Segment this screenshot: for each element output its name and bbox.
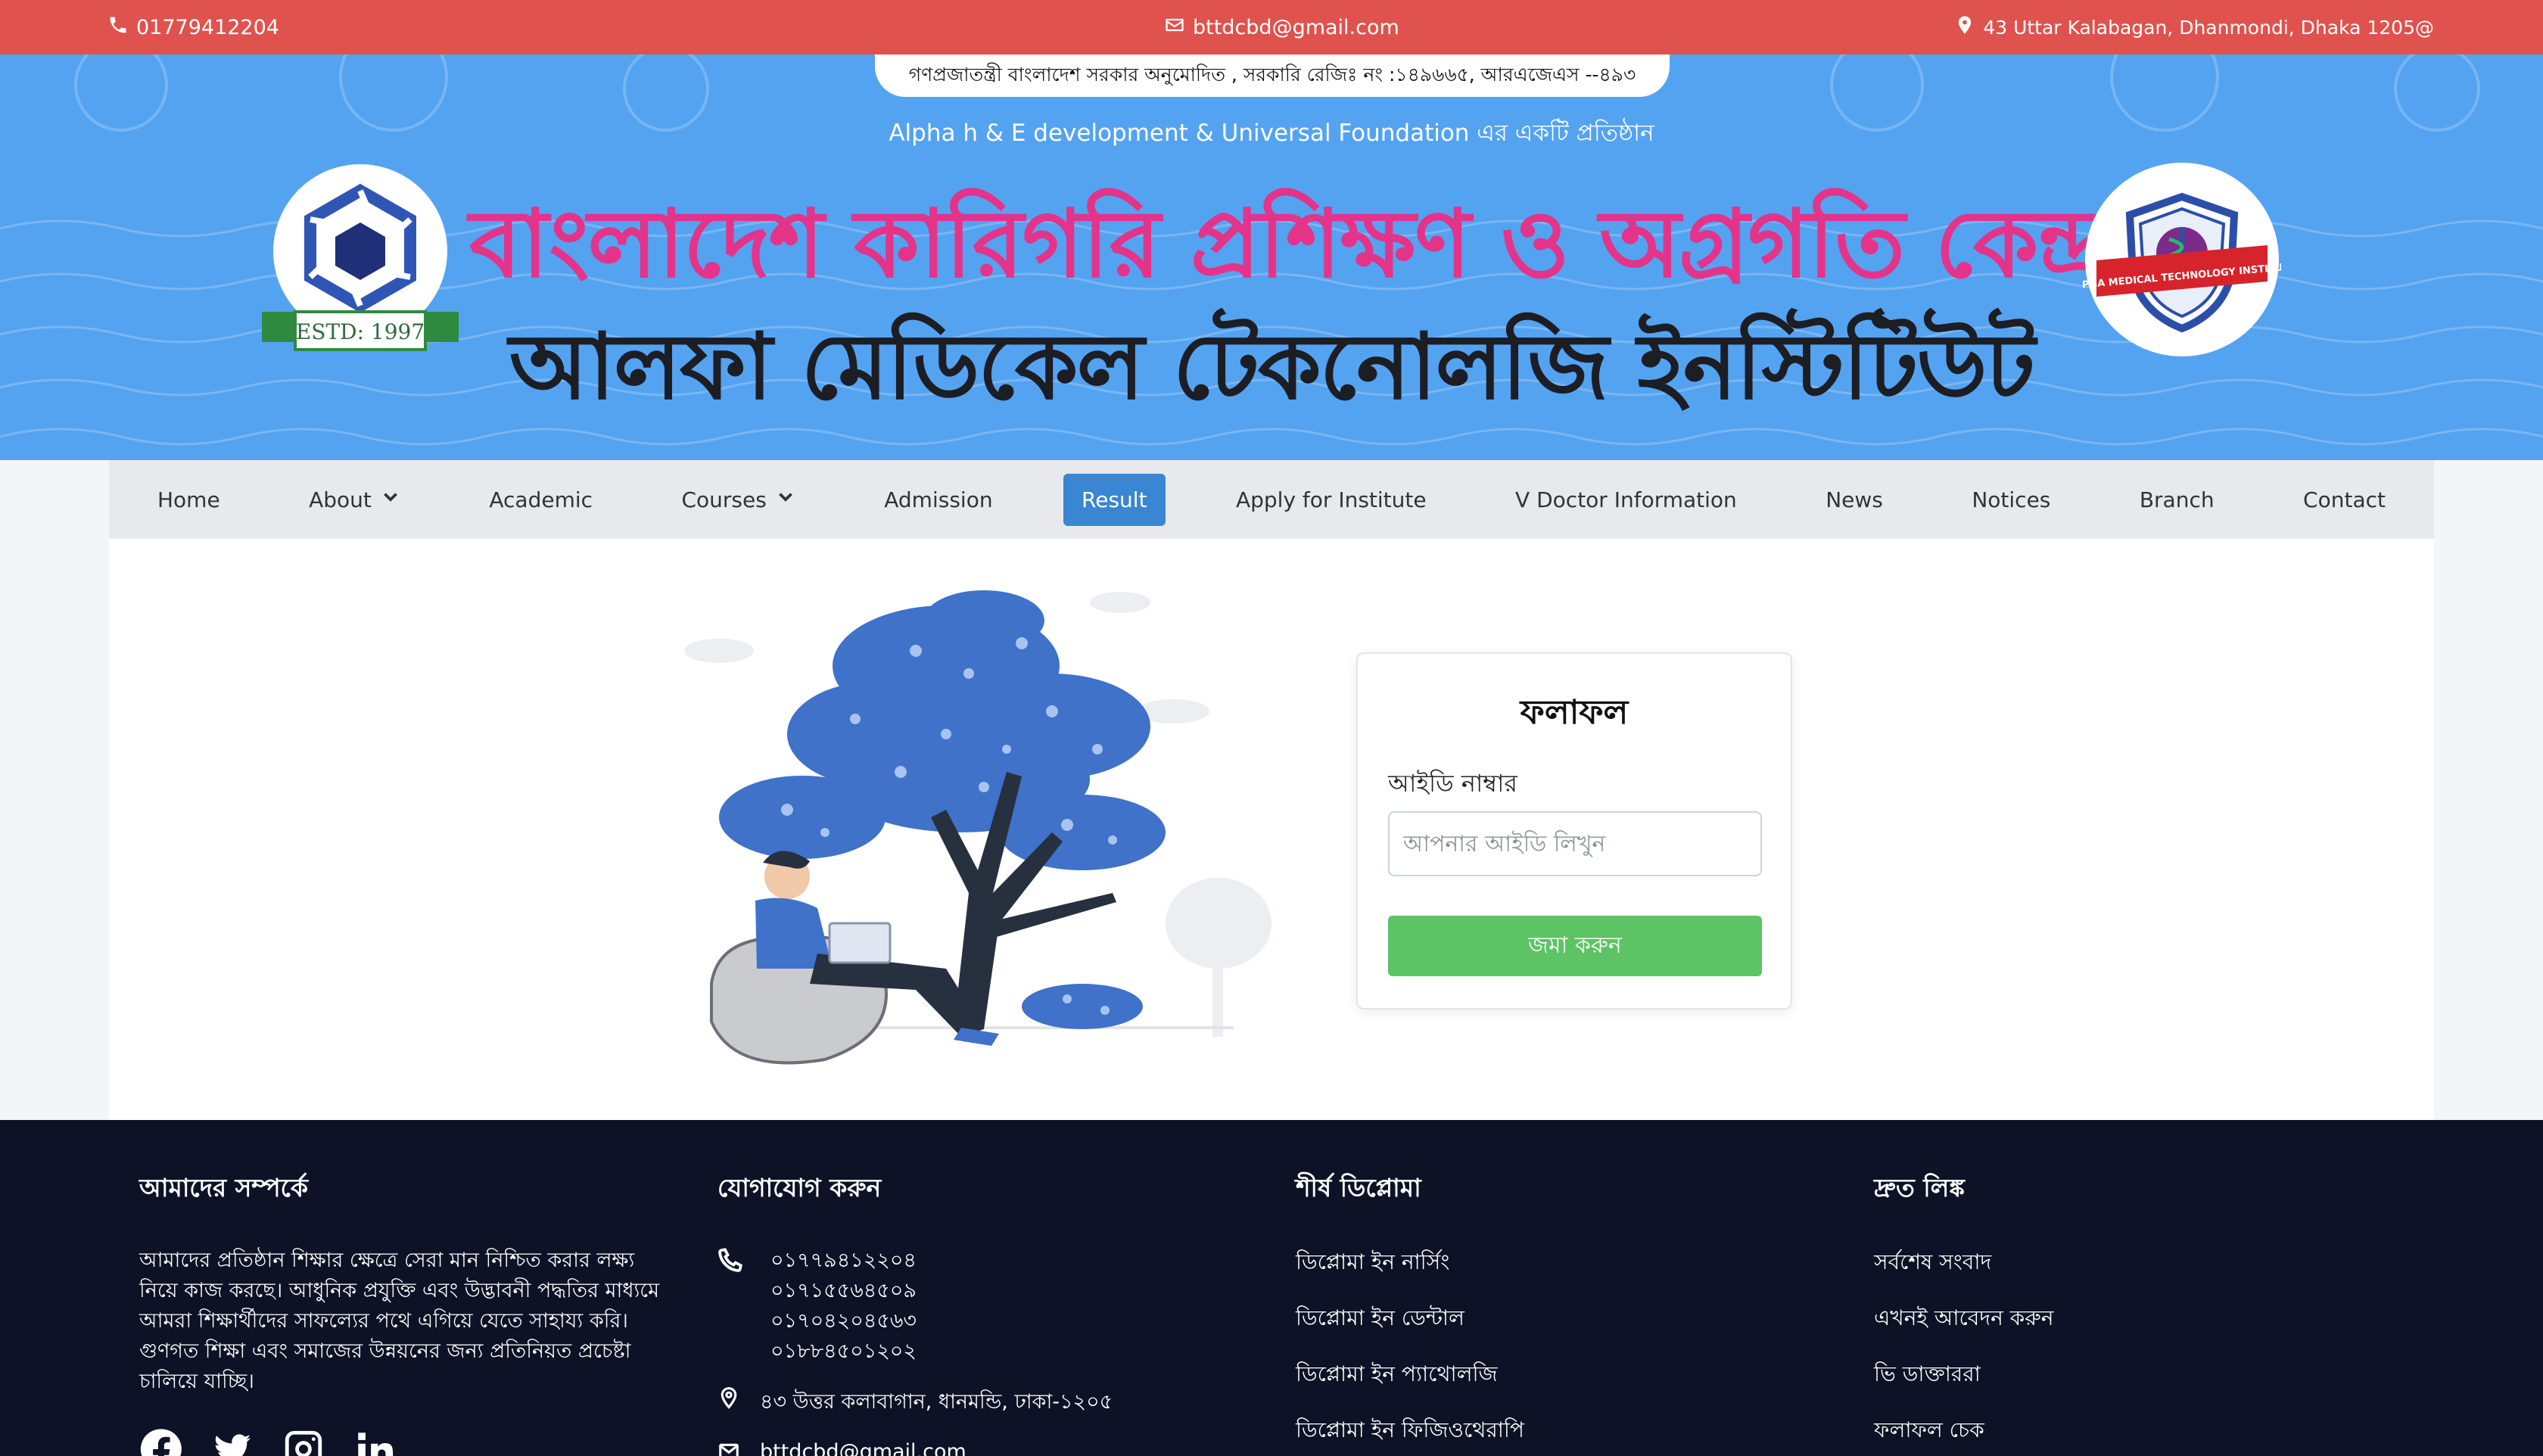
envelope-icon (1164, 14, 1185, 41)
footer-diploma-link[interactable]: ডিপ্লোমা ইন প্যাথোলজি (1296, 1358, 1750, 1393)
footer-about-section: আমাদের সম্পর্কে আমাদের প্রতিষ্ঠান শিক্ষা… (139, 1168, 669, 1397)
institute-logo-left[interactable]: ESTD: 1997 (262, 160, 459, 357)
nav-branch-label: Branch (2139, 487, 2215, 512)
nav-home-label: Home (157, 487, 220, 512)
footer-diploma-heading: শীর্ষ ডিপ্লোমা (1296, 1173, 1421, 1202)
footer-email-text[interactable]: bttdcbd@gmail.com (760, 1440, 966, 1456)
footer-diploma-list: ডিপ্লোমা ইন নার্সিং ডিপ্লোমা ইন ডেন্টাল … (1296, 1246, 1750, 1449)
top-contact-bar: 01779412204 bttdcbd@gmail.com 43 Uttar K… (0, 0, 2543, 54)
footer-address-text: ৪৩ উত্তর কলাবাগান, ধানমন্ডি, ঢাকা-১২০৫ (760, 1390, 1113, 1414)
nav-branch[interactable]: Branch (2121, 474, 2233, 526)
nav-notices-label: Notices (1972, 487, 2051, 512)
footer-phone-row: ০১৭৭৯৪১২২০৪ ০১৭১৫৫৬৪৫০৯ ০১৭০৪২০৪৫৬৩ ০১৮৮… (717, 1246, 1187, 1367)
footer-quick-link[interactable]: ফলাফল চেক (1874, 1414, 2328, 1449)
nav-v-doctor-information[interactable]: V Doctor Information (1497, 474, 1755, 526)
footer-diploma-section: শীর্ষ ডিপ্লোমা ডিপ্লোমা ইন নার্সিং ডিপ্ল… (1296, 1168, 1750, 1456)
footer-quick-link[interactable]: ভি ডাক্তাররা (1874, 1358, 2328, 1393)
footer-about-heading: আমাদের সম্পর্কে (139, 1173, 309, 1202)
phone-icon (717, 1246, 745, 1367)
footer-address-row: ৪৩ উত্তর কলাবাগান, ধানমন্ডি, ঢাকা-১২০৫ (717, 1386, 1187, 1420)
footer-phone-4[interactable]: ০১৮৮৪৫০১২০২ (770, 1336, 917, 1367)
result-section: ফলাফল আইডি নাম্বার জমা করুন (109, 539, 2434, 1120)
topbar-address-text: 43 Uttar Kalabagan, Dhanmondi, Dhaka 120… (1983, 16, 2434, 39)
estd-label: ESTD: 1997 (296, 319, 425, 344)
id-number-input[interactable] (1388, 811, 1762, 876)
facebook-icon[interactable] (139, 1427, 183, 1456)
footer-contact-section: যোগাযোগ করুন ০১৭৭৯৪১২২০৪ ০১৭১৫৫৬৪৫০৯ ০১৭… (717, 1168, 1187, 1456)
footer-social-links (139, 1427, 397, 1456)
linkedin-icon[interactable] (353, 1427, 397, 1456)
nav-apply-for-institute[interactable]: Apply for Institute (1218, 474, 1445, 526)
nav-apply-label: Apply for Institute (1235, 487, 1427, 512)
nav-about-label: About (309, 487, 372, 512)
footer-quick-links-heading: দ্রুত লিঙ্ক (1874, 1173, 1965, 1202)
nav-about[interactable]: About (291, 474, 419, 526)
topbar-email[interactable]: bttdcbd@gmail.com (1164, 0, 1399, 54)
footer-quick-links-section: দ্রুত লিঙ্ক সর্বশেষ সংবাদ এখনই আবেদন করু… (1874, 1168, 2328, 1456)
chevron-down-icon (776, 487, 795, 512)
institute-title-alpha: আলফা মেডিকেল টেকনোলজি ইনস্টিটিউট (509, 313, 2035, 420)
nav-v-doctor-label: V Doctor Information (1515, 487, 1737, 512)
map-pin-icon (1954, 14, 1975, 40)
nav-academic[interactable]: Academic (471, 474, 611, 526)
footer-contact-heading: যোগাযোগ করুন (717, 1173, 882, 1202)
footer-diploma-link[interactable]: ডিপ্লোমা ইন ডেন্টাল (1296, 1302, 1750, 1337)
topbar-email-text: bttdcbd@gmail.com (1193, 15, 1399, 39)
nav-news-label: News (1826, 487, 1883, 512)
footer-diploma-link[interactable]: ডিপ্লোমা ইন ফিজিওথেরাপি (1296, 1414, 1750, 1449)
chevron-down-icon (381, 487, 400, 512)
submit-button[interactable]: জমা করুন (1388, 916, 1762, 976)
footer-quick-links-list: সর্বশেষ সংবাদ এখনই আবেদন করুন ভি ডাক্তার… (1874, 1246, 2328, 1449)
foundation-subtitle: Alpha h & E development & Universal Foun… (889, 120, 1654, 147)
footer-phone-2[interactable]: ০১৭১৫৫৬৪৫০৯ (770, 1276, 917, 1306)
nav-courses[interactable]: Courses (663, 474, 813, 526)
map-pin-icon (717, 1386, 740, 1420)
institute-logo-right[interactable]: ALPHA MEDICAL TECHNOLOGY INSTITUTE (2083, 160, 2281, 359)
nav-academic-label: Academic (489, 487, 593, 512)
student-under-tree-illustration (684, 590, 1272, 1065)
nav-contact-label: Contact (2303, 487, 2386, 512)
footer-phone-1[interactable]: ০১৭৭৯৪১২২০৪ (770, 1246, 917, 1276)
footer-phone-3[interactable]: ০১৭০৪২০৪৫৬৩ (770, 1306, 917, 1336)
topbar-address: 43 Uttar Kalabagan, Dhanmondi, Dhaka 120… (1954, 0, 2434, 54)
footer-email-row: bttdcbd@gmail.com (717, 1440, 1187, 1456)
footer-quick-link[interactable]: এখনই আবেদন করুন (1874, 1302, 2328, 1337)
nav-result-label: Result (1082, 487, 1147, 512)
nav-admission[interactable]: Admission (866, 474, 1010, 526)
nav-home[interactable]: Home (139, 474, 238, 526)
twitter-icon[interactable] (210, 1427, 254, 1456)
nav-notices[interactable]: Notices (1953, 474, 2068, 526)
instagram-icon[interactable] (282, 1427, 325, 1456)
footer-quick-link[interactable]: সর্বশেষ সংবাদ (1874, 1246, 2328, 1281)
nav-result[interactable]: Result (1063, 473, 1166, 526)
nav-contact[interactable]: Contact (2285, 474, 2404, 526)
main-navigation: Home About Academic Courses Admission Re… (109, 460, 2434, 539)
footer-diploma-link[interactable]: ডিপ্লোমা ইন নার্সিং (1296, 1246, 1750, 1281)
envelope-icon (717, 1440, 740, 1456)
header-banner: গণপ্রজাতন্ত্রী বাংলাদেশ সরকার অনুমোদিত ,… (0, 54, 2543, 460)
topbar-phone[interactable]: 01779412204 (107, 0, 279, 54)
nav-admission-label: Admission (884, 487, 993, 512)
registration-notice: গণপ্রজাতন্ত্রী বাংলাদেশ সরকার অনুমোদিত ,… (875, 54, 1670, 97)
result-search-card: ফলাফল আইডি নাম্বার জমা করুন (1356, 652, 1792, 1010)
topbar-phone-text: 01779412204 (136, 15, 279, 39)
footer-phone-list: ০১৭৭৯৪১২২০৪ ০১৭১৫৫৬৪৫০৯ ০১৭০৪২০৪৫৬৩ ০১৮৮… (770, 1246, 917, 1367)
site-footer: আমাদের সম্পর্কে আমাদের প্রতিষ্ঠান শিক্ষা… (0, 1120, 2543, 1456)
nav-courses-label: Courses (681, 487, 767, 512)
nav-news[interactable]: News (1807, 474, 1901, 526)
result-card-title: ফলাফল (1520, 693, 1629, 732)
id-number-label: আইডি নাম্বার (1388, 769, 1517, 798)
footer-about-text: আমাদের প্রতিষ্ঠান শিক্ষার ক্ষেত্রে সেরা … (139, 1249, 660, 1393)
phone-icon (107, 14, 129, 41)
